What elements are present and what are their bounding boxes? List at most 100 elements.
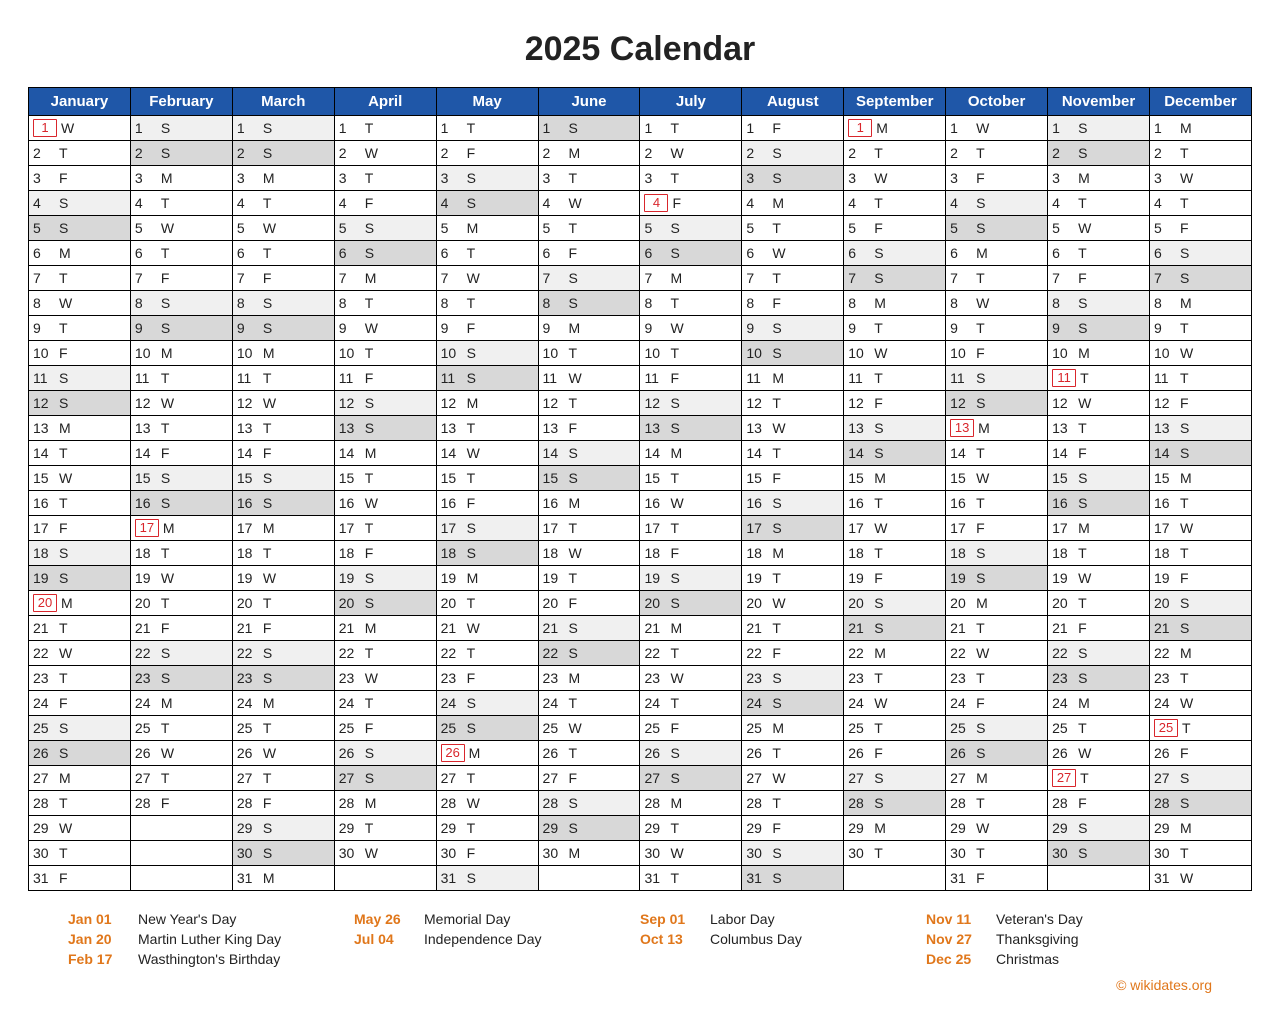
day-number: 29 bbox=[1154, 820, 1180, 836]
day-cell: 27T bbox=[1048, 766, 1150, 791]
day-cell: 11S bbox=[29, 366, 131, 391]
weekday-letter: T bbox=[976, 620, 1043, 636]
day-number: 25 bbox=[848, 720, 874, 736]
day-cell: 16T bbox=[29, 491, 131, 516]
day-number: 18 bbox=[848, 545, 874, 561]
weekday-letter: T bbox=[1180, 495, 1247, 511]
weekday-letter: W bbox=[1180, 345, 1247, 361]
weekday-letter: F bbox=[1180, 395, 1247, 411]
day-number: 23 bbox=[237, 670, 263, 686]
weekday-letter: T bbox=[1078, 595, 1145, 611]
weekday-letter: T bbox=[365, 820, 432, 836]
weekday-letter: T bbox=[467, 245, 534, 261]
day-number: 10 bbox=[135, 345, 161, 361]
weekday-letter: T bbox=[569, 745, 636, 761]
day-number: 23 bbox=[1154, 670, 1180, 686]
day-number: 15 bbox=[1154, 470, 1180, 486]
weekday-letter: T bbox=[569, 170, 636, 186]
day-cell: 20S bbox=[640, 591, 742, 616]
holiday-column: Nov 11Veteran's DayNov 27ThanksgivingDec… bbox=[926, 911, 1212, 971]
day-number: 18 bbox=[135, 545, 161, 561]
day-number: 11 bbox=[848, 370, 874, 386]
day-number: 20 bbox=[339, 595, 365, 611]
weekday-letter: S bbox=[263, 120, 330, 136]
day-number: 3 bbox=[237, 170, 263, 186]
weekday-letter: F bbox=[569, 595, 636, 611]
weekday-letter: S bbox=[59, 220, 126, 236]
day-cell: 30S bbox=[742, 841, 844, 866]
weekday-letter: S bbox=[670, 220, 737, 236]
day-cell: 28T bbox=[742, 791, 844, 816]
day-cell: 15W bbox=[29, 466, 131, 491]
weekday-letter: S bbox=[1180, 270, 1247, 286]
day-cell: 1W bbox=[29, 116, 131, 141]
weekday-letter: T bbox=[365, 695, 432, 711]
day-number: 16 bbox=[237, 495, 263, 511]
weekday-letter: T bbox=[1180, 845, 1247, 861]
weekday-letter: S bbox=[467, 345, 534, 361]
day-cell: 4S bbox=[29, 191, 131, 216]
weekday-letter: T bbox=[772, 445, 839, 461]
holiday-row: Dec 25Christmas bbox=[926, 951, 1212, 967]
day-cell: 18T bbox=[232, 541, 334, 566]
weekday-letter: W bbox=[161, 745, 228, 761]
weekday-letter: F bbox=[59, 345, 126, 361]
day-number: 25 bbox=[237, 720, 263, 736]
day-cell: 3M bbox=[232, 166, 334, 191]
day-cell: 24F bbox=[29, 691, 131, 716]
weekday-letter: S bbox=[1180, 795, 1247, 811]
day-number: 29 bbox=[848, 820, 874, 836]
day-cell: 17T bbox=[640, 516, 742, 541]
day-number: 23 bbox=[848, 670, 874, 686]
day-cell: 17S bbox=[742, 516, 844, 541]
day-cell: 7S bbox=[538, 266, 640, 291]
day-number: 4 bbox=[135, 195, 161, 211]
day-cell: 29W bbox=[29, 816, 131, 841]
month-header-september: September bbox=[844, 88, 946, 116]
weekday-letter: T bbox=[161, 595, 228, 611]
day-number: 30 bbox=[746, 845, 772, 861]
day-number: 1 bbox=[441, 120, 467, 136]
day-number: 18 bbox=[339, 545, 365, 561]
weekday-letter: T bbox=[670, 120, 737, 136]
day-cell: 27T bbox=[130, 766, 232, 791]
day-cell: 3S bbox=[742, 166, 844, 191]
day-cell: 9T bbox=[1149, 316, 1251, 341]
day-number: 3 bbox=[848, 170, 874, 186]
day-number: 23 bbox=[33, 670, 59, 686]
day-cell: 11W bbox=[538, 366, 640, 391]
day-number: 1 bbox=[135, 120, 161, 136]
weekday-letter: W bbox=[1180, 170, 1247, 186]
weekday-letter: T bbox=[161, 420, 228, 436]
weekday-letter: M bbox=[670, 795, 737, 811]
day-cell: 29T bbox=[436, 816, 538, 841]
weekday-letter: T bbox=[59, 320, 126, 336]
weekday-letter: T bbox=[59, 795, 126, 811]
holiday-row: Feb 17Wasthington's Birthday bbox=[68, 951, 354, 967]
day-cell: 18T bbox=[1149, 541, 1251, 566]
day-number: 21 bbox=[237, 620, 263, 636]
weekday-letter: S bbox=[569, 445, 636, 461]
weekday-letter: T bbox=[772, 570, 839, 586]
day-number: 28 bbox=[441, 795, 467, 811]
day-number: 26 bbox=[848, 745, 874, 761]
day-cell: 23M bbox=[538, 666, 640, 691]
weekday-letter: W bbox=[772, 595, 839, 611]
weekday-letter: S bbox=[976, 570, 1043, 586]
weekday-letter: S bbox=[670, 420, 737, 436]
weekday-letter: S bbox=[772, 320, 839, 336]
calendar-table: JanuaryFebruaryMarchAprilMayJuneJulyAugu… bbox=[28, 87, 1252, 891]
weekday-letter: W bbox=[569, 545, 636, 561]
day-number: 5 bbox=[33, 220, 59, 236]
day-cell: 23S bbox=[232, 666, 334, 691]
day-number: 2 bbox=[33, 145, 59, 161]
day-number: 29 bbox=[644, 820, 670, 836]
day-cell: 7M bbox=[334, 266, 436, 291]
weekday-letter: T bbox=[263, 545, 330, 561]
day-number: 31 bbox=[441, 870, 467, 886]
day-number: 6 bbox=[33, 245, 59, 261]
weekday-letter: M bbox=[874, 470, 941, 486]
day-number: 30 bbox=[644, 845, 670, 861]
day-number: 29 bbox=[33, 820, 59, 836]
day-cell: 17F bbox=[946, 516, 1048, 541]
